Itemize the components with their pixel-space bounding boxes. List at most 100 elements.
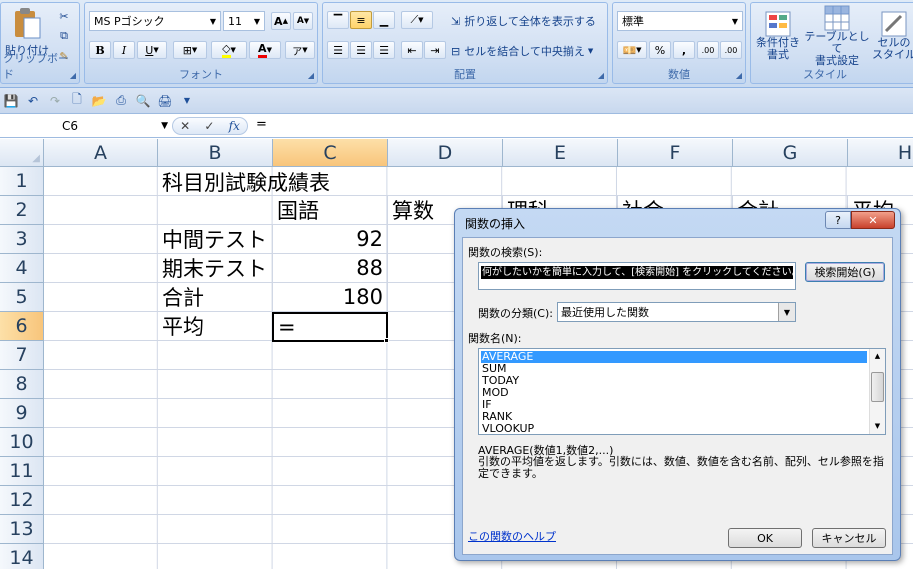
column-header-c[interactable]: C <box>273 139 388 167</box>
redo-icon[interactable]: ↷ <box>46 92 64 110</box>
italic-button[interactable]: I <box>113 41 135 59</box>
border-button[interactable]: ⊞ ▼ <box>173 41 207 59</box>
select-all-corner[interactable]: ◢ <box>0 139 44 167</box>
grow-font-button[interactable]: A ▲ <box>271 12 291 30</box>
font-name-select[interactable]: MS Pゴシック ▼ <box>89 11 221 31</box>
insert-function-icon[interactable]: fx <box>229 119 240 133</box>
comma-button[interactable]: , <box>673 41 695 59</box>
column-header-d[interactable]: D <box>388 139 503 167</box>
row-header-3[interactable]: 3 <box>0 225 44 254</box>
font-size-select[interactable]: 11 ▼ <box>223 11 265 31</box>
undo-icon[interactable]: ↶ <box>24 92 42 110</box>
number-format-select[interactable]: 標準 ▼ <box>617 11 743 31</box>
row-header-10[interactable]: 10 <box>0 428 44 457</box>
align-top-button[interactable]: ▔ <box>327 11 349 29</box>
cell-b4[interactable]: 期末テスト <box>158 254 273 283</box>
row-header-12[interactable]: 12 <box>0 486 44 515</box>
formula-input[interactable]: = <box>256 117 267 132</box>
chevron-down-icon[interactable]: ▼ <box>778 303 795 321</box>
name-box[interactable]: C6 ▼ <box>0 116 170 136</box>
function-list-item[interactable]: TODAY <box>481 375 885 387</box>
search-input[interactable]: 何がしたいかを簡単に入力して、[検索開始] をクリックしてください。 <box>478 262 796 290</box>
column-header-f[interactable]: F <box>618 139 733 167</box>
function-list[interactable]: AVERAGE SUM TODAY MOD IF RANK VLOOKUP ▲ … <box>478 348 886 435</box>
print-icon[interactable]: ⎙ <box>112 92 130 110</box>
column-header-h[interactable]: H <box>848 139 913 167</box>
copy-button[interactable]: ⧉ <box>53 27 75 45</box>
cut-button[interactable]: ✂ <box>53 7 75 25</box>
cancel-button[interactable]: キャンセル <box>812 528 886 548</box>
cancel-entry-icon[interactable]: ✕ <box>180 119 190 133</box>
save-icon[interactable]: 💾 <box>2 92 20 110</box>
decrease-indent-button[interactable]: ⇤ <box>401 41 423 59</box>
cell-c4[interactable]: 88 <box>273 254 388 283</box>
row-header-1[interactable]: 1 <box>0 167 44 196</box>
phonetic-button[interactable]: ア ▼ <box>285 41 315 59</box>
ok-button[interactable]: OK <box>728 528 802 548</box>
function-list-item[interactable]: SUM <box>481 363 885 375</box>
cell-b5[interactable]: 合計 <box>158 283 273 312</box>
cell-c6-active[interactable]: = <box>272 312 388 342</box>
increase-decimal-button[interactable]: .00 <box>697 41 719 59</box>
new-document-icon[interactable]: 🗋 <box>68 92 86 110</box>
decrease-decimal-button[interactable]: .00 <box>720 41 742 59</box>
align-center-button[interactable]: ☰ <box>350 41 372 59</box>
orientation-button[interactable]: ⟋ ▼ <box>401 11 433 29</box>
row-header-4[interactable]: 4 <box>0 254 44 283</box>
column-header-b[interactable]: B <box>158 139 273 167</box>
row-header-14[interactable]: 14 <box>0 544 44 569</box>
function-help-link[interactable]: この関数のヘルプ <box>468 528 556 544</box>
list-scrollbar[interactable]: ▲ ▼ <box>869 349 885 434</box>
cell-b1[interactable]: 科目別試験成績表 <box>158 167 388 196</box>
open-folder-icon[interactable]: 📂 <box>90 92 108 110</box>
merge-center-button[interactable]: ⊟ セルを結合して中央揃え ▼ <box>451 41 605 61</box>
scroll-thumb[interactable] <box>871 372 884 402</box>
dialog-help-button[interactable]: ? <box>825 211 851 229</box>
function-list-item[interactable]: AVERAGE <box>481 351 867 363</box>
fill-color-button[interactable]: ◇ ▼ <box>211 41 247 59</box>
customize-qat-icon[interactable]: ▼ <box>178 92 196 110</box>
category-select[interactable]: 最近使用した関数 ▼ <box>557 302 796 322</box>
font-color-button[interactable]: A ▼ <box>249 41 281 59</box>
function-list-item[interactable]: RANK <box>481 411 885 423</box>
cell-c2[interactable]: 国語 <box>273 196 388 225</box>
clipboard-launcher-icon[interactable]: ◢ <box>70 71 76 80</box>
row-header-2[interactable]: 2 <box>0 196 44 225</box>
cell-c3[interactable]: 92 <box>273 225 388 254</box>
wrap-text-button[interactable]: ⇲ 折り返して全体を表示する <box>451 11 605 31</box>
format-as-table-button[interactable]: テーブルとして 書式設定 <box>803 5 871 67</box>
row-header-7[interactable]: 7 <box>0 341 44 370</box>
column-header-a[interactable]: A <box>44 139 158 167</box>
row-header-5[interactable]: 5 <box>0 283 44 312</box>
align-right-button[interactable]: ☰ <box>373 41 395 59</box>
function-list-item[interactable]: VLOOKUP <box>481 423 885 435</box>
align-left-button[interactable]: ☰ <box>327 41 349 59</box>
chevron-down-icon[interactable]: ▼ <box>161 121 168 131</box>
align-bottom-button[interactable]: ▁ <box>373 11 395 29</box>
quick-print-icon[interactable]: 🖨 <box>156 92 174 110</box>
scroll-up-icon[interactable]: ▲ <box>870 349 885 364</box>
conditional-format-button[interactable]: 条件付き 書式 <box>753 5 803 67</box>
search-start-button[interactable]: 検索開始(G) <box>805 262 885 282</box>
row-header-6[interactable]: 6 <box>0 312 44 341</box>
column-header-e[interactable]: E <box>503 139 618 167</box>
shrink-font-button[interactable]: A ▼ <box>293 12 313 30</box>
bold-button[interactable]: B <box>89 41 111 59</box>
row-header-11[interactable]: 11 <box>0 457 44 486</box>
fill-handle[interactable] <box>384 338 389 343</box>
underline-button[interactable]: U ▼ <box>137 41 167 59</box>
align-middle-button[interactable]: ≡ <box>350 11 372 29</box>
column-header-g[interactable]: G <box>733 139 848 167</box>
row-header-9[interactable]: 9 <box>0 399 44 428</box>
cell-b6[interactable]: 平均 <box>158 312 273 341</box>
percent-button[interactable]: % <box>649 41 671 59</box>
function-list-item[interactable]: MOD <box>481 387 885 399</box>
row-header-13[interactable]: 13 <box>0 515 44 544</box>
cell-styles-button[interactable]: セルの スタイル <box>871 5 913 67</box>
confirm-entry-icon[interactable]: ✓ <box>204 119 214 133</box>
currency-button[interactable]: 💴 ▼ <box>617 41 647 59</box>
dialog-close-button[interactable]: ✕ <box>851 211 895 229</box>
print-preview-icon[interactable]: 🔍 <box>134 92 152 110</box>
cell-b3[interactable]: 中間テスト <box>158 225 273 254</box>
alignment-launcher-icon[interactable]: ◢ <box>598 71 604 80</box>
